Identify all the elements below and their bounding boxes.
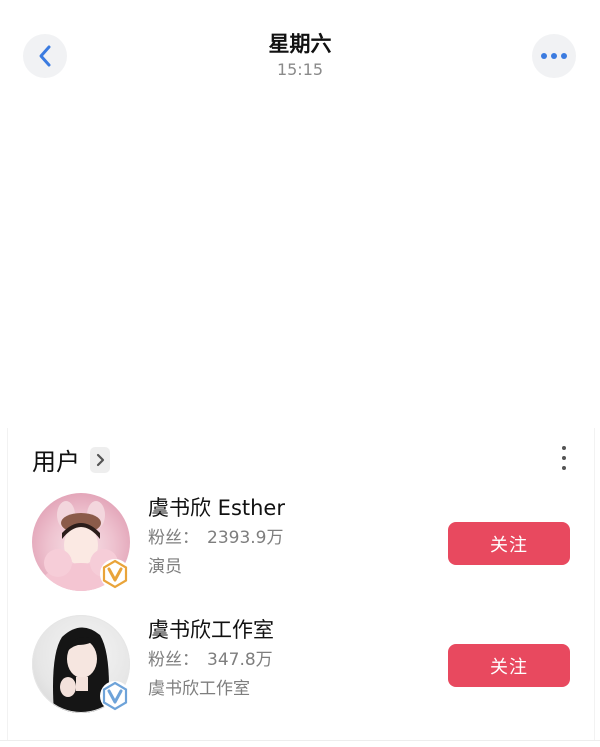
page: 星期六 15:15 用户 虞书欣 Esther 粉丝： 2393.9万 演员 关… [0, 0, 600, 747]
more-horizontal-icon [541, 53, 567, 59]
fans-label: 粉丝： [148, 528, 199, 548]
more-button[interactable] [532, 34, 576, 78]
user-description: 演员 [148, 557, 182, 577]
bottom-divider [0, 740, 600, 741]
user-row[interactable]: 虞书欣工作室 粉丝： 347.8万 虞书欣工作室 关注 [8, 614, 594, 724]
page-subtitle-time: 15:15 [276, 60, 324, 79]
chevron-right-icon[interactable] [90, 446, 110, 473]
follow-button[interactable]: 关注 [448, 522, 570, 565]
fans-value: 347.8万 [207, 650, 273, 670]
verified-v-badge-icon [100, 681, 130, 711]
title-block: 星期六 15:15 [0, 30, 600, 80]
users-section: 用户 虞书欣 Esther 粉丝： 2393.9万 演员 关注 虞书欣工作室 粉… [7, 428, 595, 740]
fans-value: 2393.9万 [207, 528, 284, 548]
page-title: 星期六 [268, 32, 332, 56]
user-row[interactable]: 虞书欣 Esther 粉丝： 2393.9万 演员 关注 [8, 492, 594, 602]
user-name[interactable]: 虞书欣 Esther [148, 492, 285, 524]
content-blank-area [0, 100, 600, 425]
fans-count: 粉丝： 2393.9万 [148, 524, 285, 553]
user-info: 虞书欣工作室 粉丝： 347.8万 虞书欣工作室 [148, 614, 274, 704]
section-header[interactable]: 用户 [32, 442, 110, 477]
section-title: 用户 [32, 448, 80, 476]
follow-button[interactable]: 关注 [448, 644, 570, 687]
more-vertical-icon[interactable] [558, 446, 570, 470]
fans-count: 粉丝： 347.8万 [148, 646, 274, 675]
user-name[interactable]: 虞书欣工作室 [148, 614, 274, 646]
verified-v-badge-icon [100, 559, 130, 589]
user-info: 虞书欣 Esther 粉丝： 2393.9万 演员 [148, 492, 285, 582]
fans-label: 粉丝： [148, 650, 199, 670]
top-bar: 星期六 15:15 [0, 0, 600, 100]
user-description: 虞书欣工作室 [148, 679, 250, 699]
